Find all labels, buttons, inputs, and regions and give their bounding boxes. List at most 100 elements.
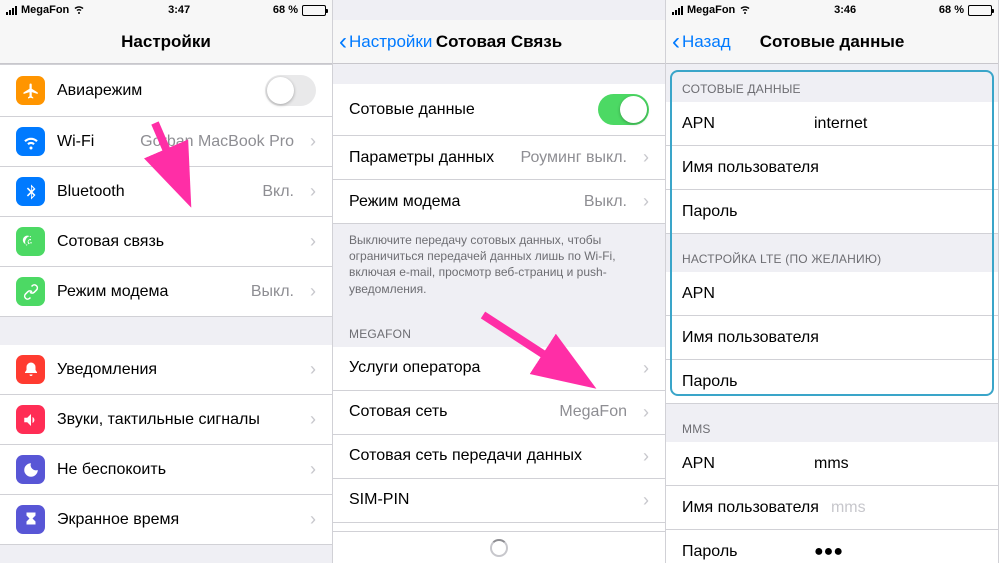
row-label: Режим модема bbox=[57, 283, 239, 301]
chevron-right-icon: › bbox=[643, 402, 649, 423]
row-detail: Вкл. bbox=[262, 183, 294, 201]
group-header-mms: MMS bbox=[666, 404, 998, 442]
row-detail: Выкл. bbox=[584, 193, 627, 211]
hourglass-icon bbox=[16, 505, 45, 534]
row-screentime[interactable]: Экранное время › bbox=[0, 495, 332, 545]
field-value[interactable]: mms bbox=[831, 499, 982, 517]
chevron-right-icon: › bbox=[310, 231, 316, 252]
row-label: Экранное время bbox=[57, 511, 298, 529]
row-cell-user[interactable]: Имя пользователя bbox=[666, 146, 998, 190]
chevron-right-icon: › bbox=[643, 358, 649, 379]
field-value[interactable]: ●●● bbox=[814, 543, 982, 561]
row-wifi[interactable]: Wi-Fi Gorban MacBook Pro › bbox=[0, 117, 332, 167]
row-network[interactable]: Сотовая сеть MegaFon › bbox=[333, 391, 665, 435]
settings-list[interactable]: Авиарежим Wi-Fi Gorban MacBook Pro › Blu… bbox=[0, 64, 332, 563]
group-header-megafon: MEGAFON bbox=[333, 309, 665, 347]
field-key: Пароль bbox=[682, 543, 802, 561]
row-label: SIM-PIN bbox=[349, 491, 631, 509]
row-label: Сотовая сеть передачи данных bbox=[349, 447, 631, 465]
nav-back-button[interactable]: ‹ Настройки bbox=[339, 20, 432, 63]
row-sim-apps[interactable]: SIM-программы › bbox=[333, 523, 665, 531]
moon-icon bbox=[16, 455, 45, 484]
nav-title: Настройки bbox=[121, 32, 211, 52]
row-bluetooth[interactable]: Bluetooth Вкл. › bbox=[0, 167, 332, 217]
row-airplane[interactable]: Авиарежим bbox=[0, 64, 332, 117]
field-key: APN bbox=[682, 285, 802, 303]
field-key: Имя пользователя bbox=[682, 499, 819, 517]
nav-bar: Настройки bbox=[0, 20, 332, 64]
row-label: Звуки, тактильные сигналы bbox=[57, 411, 298, 429]
row-hotspot[interactable]: Режим модема Выкл. › bbox=[333, 180, 665, 224]
row-mms-user[interactable]: Имя пользователя mms bbox=[666, 486, 998, 530]
battery-icon bbox=[968, 5, 992, 16]
row-mms-pass[interactable]: Пароль ●●● bbox=[666, 530, 998, 563]
row-lte-pass[interactable]: Пароль bbox=[666, 360, 998, 404]
field-value[interactable]: internet bbox=[814, 115, 982, 133]
row-label: Не беспокоить bbox=[57, 461, 298, 479]
chevron-left-icon: ‹ bbox=[339, 28, 347, 56]
field-value[interactable]: mms bbox=[814, 455, 982, 473]
status-bar: MegaFon 3:47 68 % bbox=[0, 0, 332, 20]
row-notifications[interactable]: Уведомления › bbox=[0, 345, 332, 395]
bell-icon bbox=[16, 355, 45, 384]
nav-title: Сотовая Связь bbox=[436, 32, 562, 52]
row-label: Авиарежим bbox=[57, 82, 253, 100]
signal-icon bbox=[6, 6, 17, 15]
row-sim-pin[interactable]: SIM-PIN › bbox=[333, 479, 665, 523]
nav-title: Сотовые данные bbox=[760, 32, 905, 52]
chevron-right-icon: › bbox=[643, 191, 649, 212]
nav-back-label: Настройки bbox=[349, 32, 432, 52]
cellular-data-pane: MegaFon 3:46 68 % ‹ Назад Сотовые данные… bbox=[666, 0, 999, 563]
nav-back-button[interactable]: ‹ Назад bbox=[672, 20, 731, 63]
cellular-data-toggle[interactable] bbox=[598, 94, 649, 125]
group-header-lte: НАСТРОЙКА LTE (ПО ЖЕЛАНИЮ) bbox=[666, 234, 998, 272]
row-label: Сотовая сеть bbox=[349, 403, 547, 421]
group-footer: Выключите передачу сотовых данных, чтобы… bbox=[333, 224, 665, 309]
chevron-right-icon: › bbox=[310, 359, 316, 380]
chevron-right-icon: › bbox=[310, 131, 316, 152]
row-mms-apn[interactable]: APN mms bbox=[666, 442, 998, 486]
row-label: Услуги оператора bbox=[349, 359, 631, 377]
speaker-icon bbox=[16, 405, 45, 434]
cellular-list[interactable]: Сотовые данные Параметры данных Роуминг … bbox=[333, 64, 665, 531]
nav-back-label: Назад bbox=[682, 32, 731, 52]
row-detail: Gorban MacBook Pro bbox=[140, 133, 294, 151]
chevron-right-icon: › bbox=[643, 446, 649, 467]
carrier-label: MegaFon bbox=[687, 4, 735, 16]
chevron-right-icon: › bbox=[310, 409, 316, 430]
group-header-cellular: СОТОВЫЕ ДАННЫЕ bbox=[666, 64, 998, 102]
nav-bar: ‹ Настройки Сотовая Связь bbox=[333, 20, 665, 64]
wifi-icon bbox=[73, 3, 85, 18]
row-cellular[interactable]: Сотовая связь › bbox=[0, 217, 332, 267]
carrier-label: MegaFon bbox=[21, 4, 69, 16]
field-key: APN bbox=[682, 115, 802, 133]
row-dnd[interactable]: Не беспокоить › bbox=[0, 445, 332, 495]
row-data-options[interactable]: Параметры данных Роуминг выкл. › bbox=[333, 136, 665, 180]
row-lte-apn[interactable]: APN bbox=[666, 272, 998, 316]
row-data-network[interactable]: Сотовая сеть передачи данных › bbox=[333, 435, 665, 479]
row-lte-user[interactable]: Имя пользователя bbox=[666, 316, 998, 360]
chevron-right-icon: › bbox=[310, 509, 316, 530]
chevron-right-icon: › bbox=[310, 181, 316, 202]
row-sounds[interactable]: Звуки, тактильные сигналы › bbox=[0, 395, 332, 445]
row-cell-pass[interactable]: Пароль bbox=[666, 190, 998, 234]
row-cell-apn[interactable]: APN internet bbox=[666, 102, 998, 146]
row-hotspot[interactable]: Режим модема Выкл. › bbox=[0, 267, 332, 317]
row-detail: Роуминг выкл. bbox=[520, 149, 627, 167]
airplane-toggle[interactable] bbox=[265, 75, 316, 106]
field-key: Пароль bbox=[682, 203, 802, 221]
apn-list[interactable]: СОТОВЫЕ ДАННЫЕ APN internet Имя пользова… bbox=[666, 64, 998, 563]
field-key: Пароль bbox=[682, 373, 802, 391]
clock-label: 3:46 bbox=[834, 4, 856, 16]
airplane-icon bbox=[16, 76, 45, 105]
row-cellular-data[interactable]: Сотовые данные bbox=[333, 84, 665, 136]
chevron-right-icon: › bbox=[310, 281, 316, 302]
row-label: Сотовая связь bbox=[57, 233, 298, 251]
row-label: Сотовые данные bbox=[349, 101, 586, 119]
wifi-icon bbox=[739, 3, 751, 18]
row-carrier-services[interactable]: Услуги оператора › bbox=[333, 347, 665, 391]
chevron-right-icon: › bbox=[643, 490, 649, 511]
signal-icon bbox=[672, 6, 683, 15]
field-key: Имя пользователя bbox=[682, 329, 819, 347]
settings-root-pane: MegaFon 3:47 68 % Настройки Авиарежим Wi… bbox=[0, 0, 333, 563]
